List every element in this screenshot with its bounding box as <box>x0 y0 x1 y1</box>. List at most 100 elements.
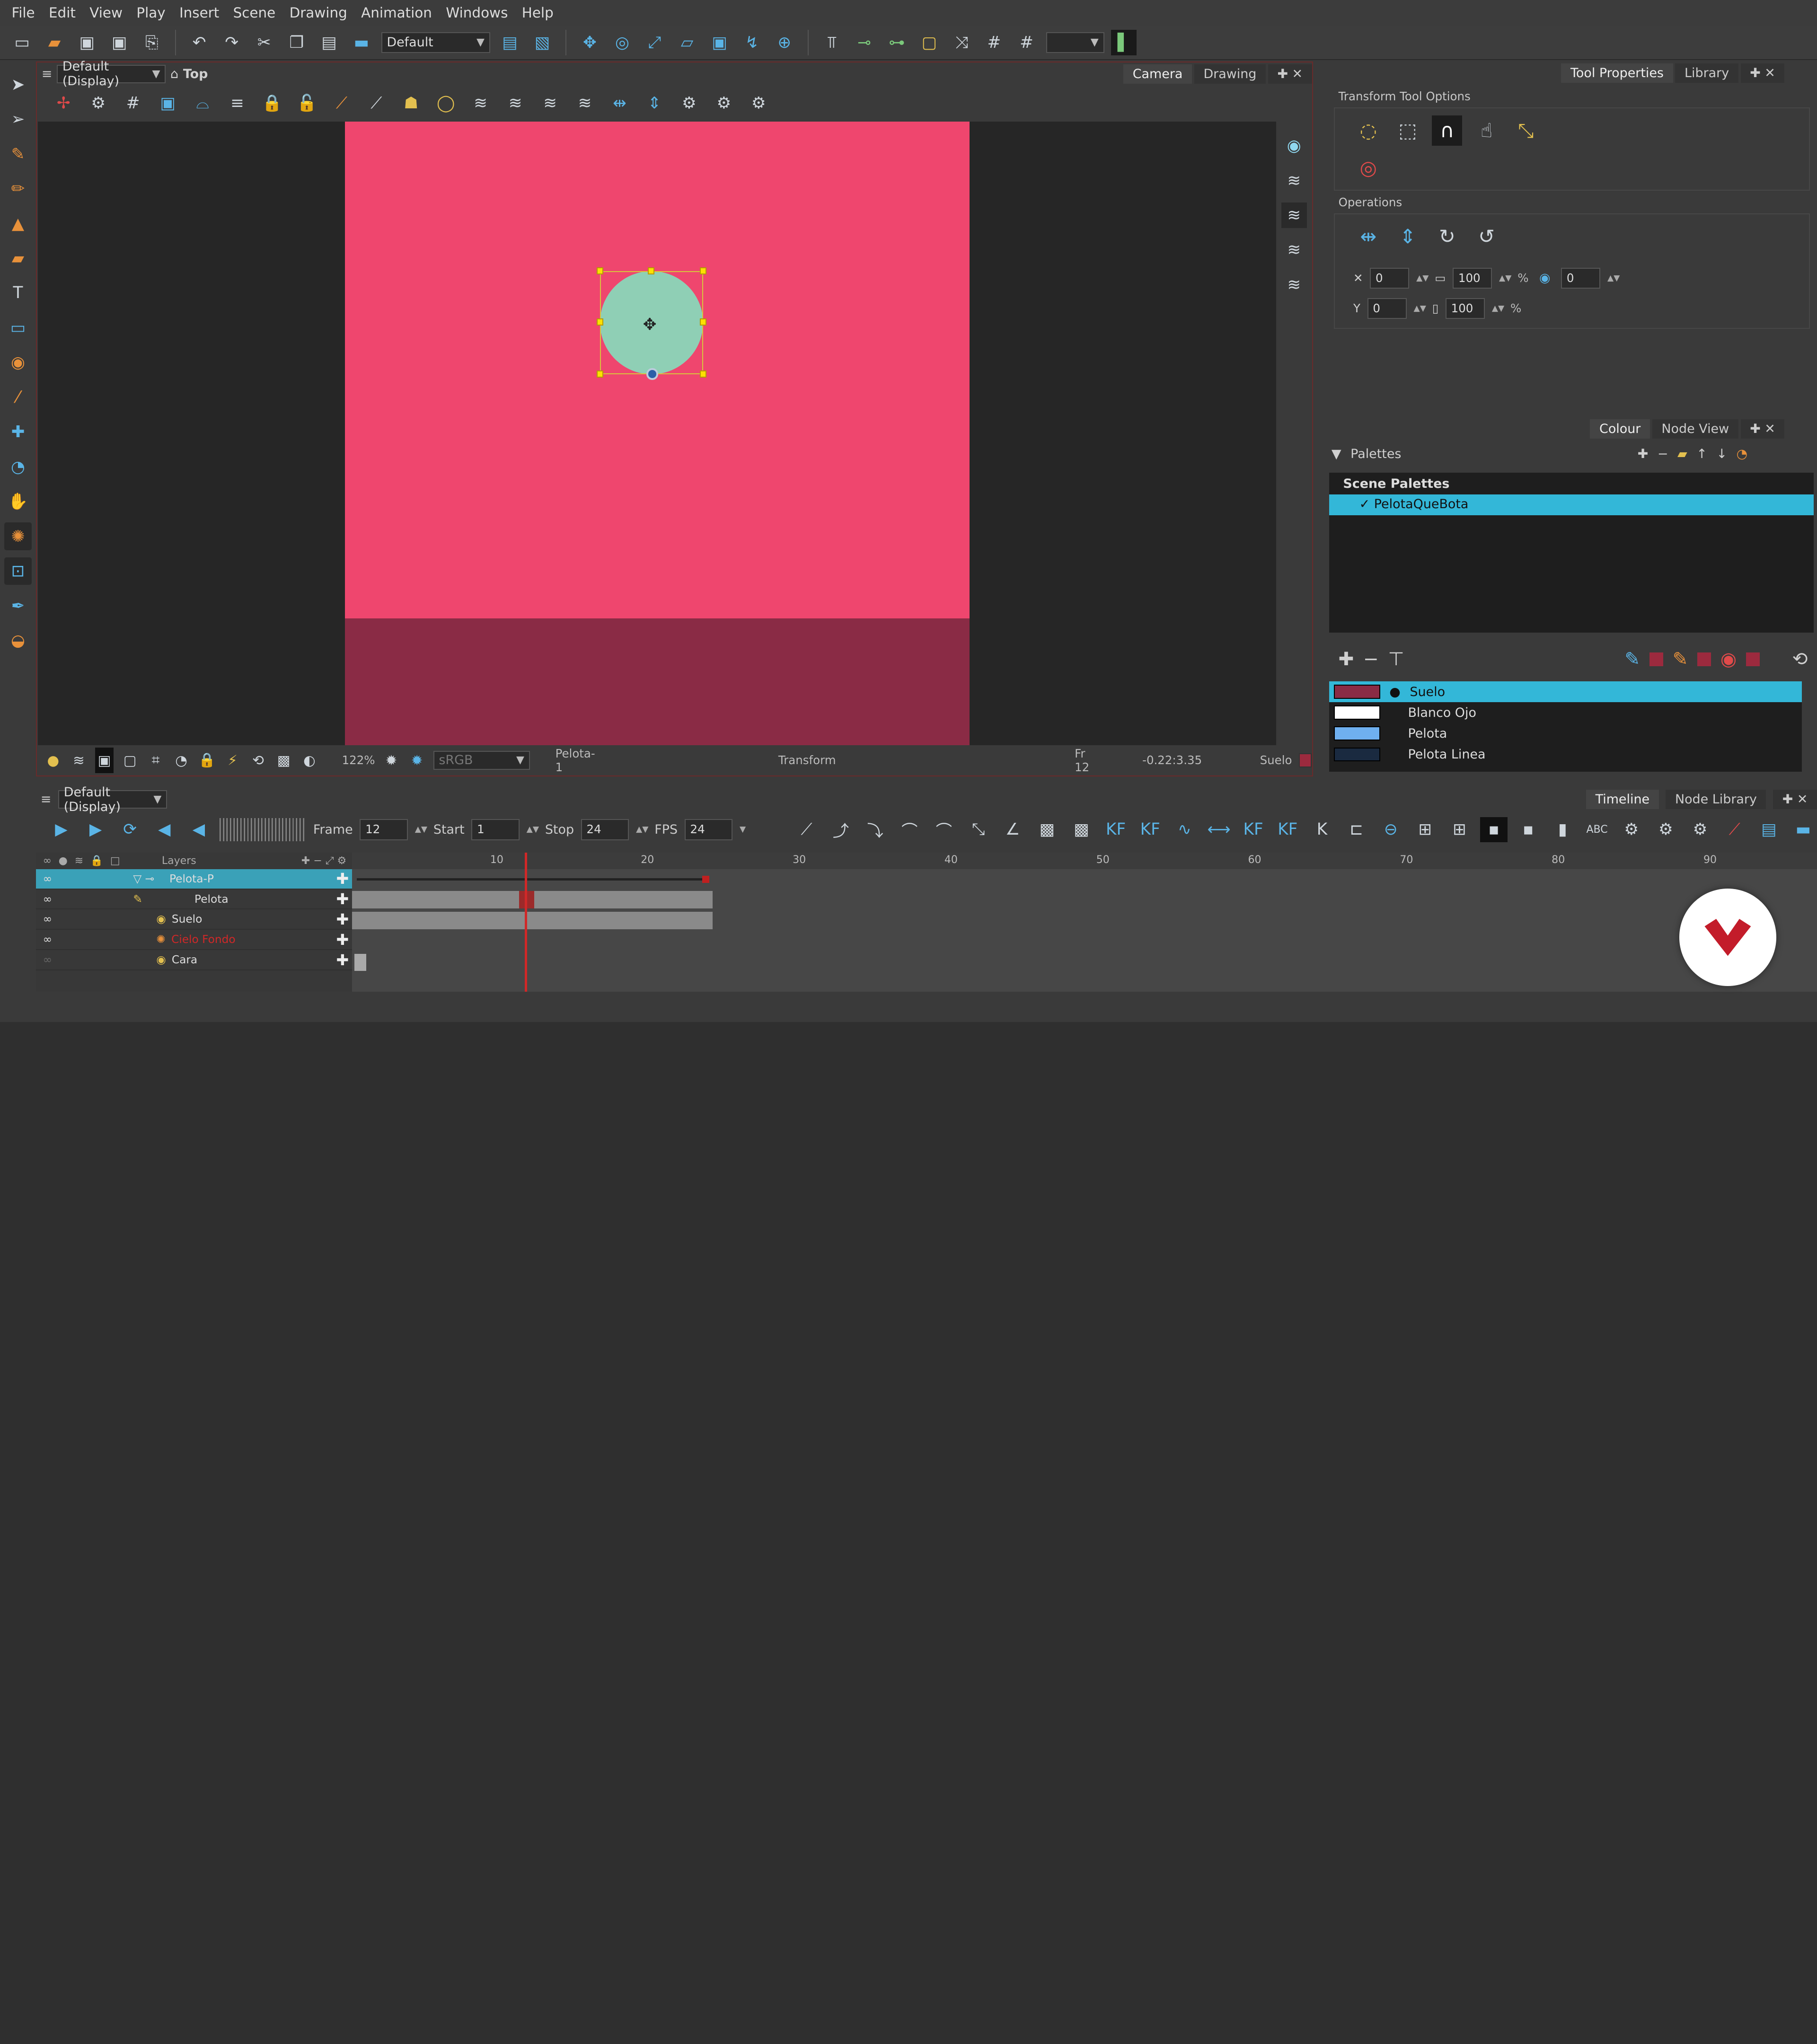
x-spinner[interactable]: ▲▼ <box>1416 273 1429 283</box>
visibility-icon[interactable]: ∞ <box>43 872 52 885</box>
swatch-row[interactable]: Blanco Ojo <box>1329 702 1802 723</box>
lasso-icon[interactable]: ◌ <box>1353 115 1384 146</box>
add-view-icon[interactable]: ✚ ✕ <box>1268 64 1312 84</box>
bounding-box-icon[interactable]: ▢ <box>917 30 942 55</box>
flip-horizontal-icon[interactable]: ⇹ <box>607 90 633 116</box>
curve-c-icon[interactable]: ⤡ <box>965 817 992 843</box>
paint-tool-icon[interactable]: ◉ <box>4 349 32 377</box>
x-field[interactable]: 0 <box>1370 267 1410 289</box>
constraint-icon[interactable]: ⊶ <box>884 30 909 55</box>
reset-view-icon[interactable]: ⟲ <box>249 748 267 773</box>
dropper-tool-icon[interactable]: ⁄ <box>4 383 32 411</box>
text-tool-icon[interactable]: T <box>4 279 32 307</box>
insert-keyframe-icon[interactable]: K <box>1308 817 1336 843</box>
menu-scene[interactable]: Scene <box>226 5 282 21</box>
loop-icon[interactable]: ⟳ <box>116 817 144 843</box>
menu-play[interactable]: Play <box>130 5 173 21</box>
exposure-bar[interactable] <box>354 953 366 971</box>
extend-exposure-icon[interactable]: ⊏ <box>1343 817 1370 843</box>
pencil-colour-swatch[interactable] <box>1649 652 1663 667</box>
rigging-tool-icon[interactable]: ✺ <box>4 522 32 551</box>
visibility-icon[interactable]: ∞ <box>43 953 52 966</box>
ease-in-icon[interactable]: ⤴ <box>827 817 855 843</box>
height-field[interactable]: 100 <box>1445 298 1485 319</box>
snap-magnet-icon[interactable]: ∩ <box>1432 115 1463 146</box>
handle-left[interactable] <box>596 318 604 326</box>
camera-track-icon[interactable]: ⊖ <box>1377 817 1404 843</box>
width-spinner[interactable]: ▲▼ <box>1499 273 1511 283</box>
playback-speed-slider[interactable] <box>219 818 307 841</box>
handle-top-left[interactable] <box>596 267 604 274</box>
track-row[interactable] <box>352 890 1817 910</box>
frame-spinner[interactable]: ▲▼ <box>415 825 427 834</box>
tint-icon[interactable]: ⊤ <box>1388 649 1404 670</box>
y-spinner[interactable]: ▲▼ <box>1414 304 1426 313</box>
deform-select[interactable]: ▼ <box>1046 32 1104 53</box>
add-layer-icon[interactable]: ✚ <box>336 931 349 949</box>
move-up-icon[interactable]: ↑ <box>1696 447 1707 461</box>
angle-spinner[interactable]: ▲▼ <box>1607 273 1620 283</box>
move-down-icon[interactable]: ↓ <box>1716 447 1727 461</box>
light-icon[interactable]: ☗ <box>398 90 424 116</box>
add-keyframe-icon[interactable]: ✢ <box>51 90 76 116</box>
tab-colour[interactable]: Colour <box>1590 419 1650 439</box>
save-icon[interactable]: ▣ <box>74 30 100 55</box>
collapse-icon[interactable]: ▼ <box>1332 447 1341 461</box>
stop-motion-icon[interactable]: ⟷ <box>1205 817 1233 843</box>
rotate-icon[interactable]: ◎ <box>609 30 635 55</box>
crop-icon[interactable]: ⌗ <box>146 748 165 773</box>
add-layer-icon[interactable]: ✚ <box>336 890 349 908</box>
menu-icon[interactable]: ≡ <box>41 792 52 807</box>
handle-right[interactable] <box>699 318 707 326</box>
handle-top[interactable] <box>647 267 655 274</box>
paint-colour-swatch[interactable] <box>1746 652 1760 667</box>
layer-row[interactable]: ∞ ◉ Cara ✚ <box>35 950 353 970</box>
flip-vertical-icon[interactable]: ⇕ <box>642 90 667 116</box>
layer-a-icon[interactable]: ≋ <box>468 90 494 116</box>
frame-icon[interactable]: ▣ <box>95 748 114 773</box>
handle-top-right[interactable] <box>699 267 707 274</box>
gear-c-icon[interactable]: ⚙ <box>1686 817 1714 843</box>
remove-keyframe-icon[interactable]: KF <box>1137 817 1164 843</box>
swatch-row[interactable]: Pelota Linea <box>1329 744 1802 765</box>
layers-b-icon[interactable]: ≋ <box>1281 203 1307 228</box>
add-layer-icon[interactable]: ✚ <box>336 951 349 969</box>
reset-icon[interactable]: ◎ <box>1353 152 1384 183</box>
menu-file[interactable]: File <box>5 5 42 21</box>
gear-icon[interactable]: ⚙ <box>86 90 111 116</box>
select-tool-icon[interactable]: ➤ <box>4 70 32 98</box>
curve-b-icon[interactable]: ⌒ <box>930 817 958 843</box>
handle-bottom-left[interactable] <box>596 370 604 378</box>
track-row[interactable] <box>352 952 1817 972</box>
gear-b-icon[interactable]: ⚙ <box>1652 817 1679 843</box>
swatch-row[interactable]: Pelota <box>1329 723 1802 744</box>
frame-field[interactable]: 12 <box>360 819 408 840</box>
remove-colour-icon[interactable]: − <box>1363 649 1379 670</box>
maintain-size-icon[interactable]: ▣ <box>707 30 732 55</box>
peg-icon[interactable]: ⊸ <box>852 30 877 55</box>
layers-a-icon[interactable]: ≋ <box>1281 168 1307 194</box>
open-folder-icon[interactable]: ▰ <box>42 30 67 55</box>
workspace-save-icon[interactable]: ▧ <box>529 30 555 55</box>
menu-drawing[interactable]: Drawing <box>282 5 354 21</box>
add-panel-icon[interactable]: ✚ ✕ <box>1740 419 1785 439</box>
light-table-icon[interactable]: ≡ <box>225 90 250 116</box>
layers-d-icon[interactable]: ≋ <box>1281 272 1307 298</box>
add-layer-icon[interactable]: ✚ <box>336 910 349 928</box>
next-keyframe-icon[interactable]: KF <box>1274 817 1301 843</box>
track-row[interactable] <box>352 911 1817 931</box>
stamp-tool-icon[interactable]: ▲ <box>4 210 32 238</box>
workspace-manager-icon[interactable]: ▤ <box>497 30 522 55</box>
settings-c-icon[interactable]: ⚙ <box>746 90 771 116</box>
render-icon[interactable]: ▩ <box>274 748 293 773</box>
play-icon[interactable]: ▶ <box>47 817 75 843</box>
stage[interactable]: ✥ <box>38 121 1277 746</box>
solo-icon[interactable]: ● <box>59 855 68 867</box>
rotate-cw-icon[interactable]: ↻ <box>1432 221 1462 252</box>
view-selector[interactable]: Default (Display) ▼ <box>57 59 166 88</box>
gear-small-icon[interactable]: ✹ <box>382 748 400 773</box>
eraser-tool-icon[interactable]: ▰ <box>4 245 32 273</box>
tab-drawing[interactable]: Drawing <box>1194 64 1266 84</box>
rigging-icon[interactable]: ⫪ <box>819 30 845 55</box>
current-colour-swatch[interactable] <box>1299 753 1312 767</box>
